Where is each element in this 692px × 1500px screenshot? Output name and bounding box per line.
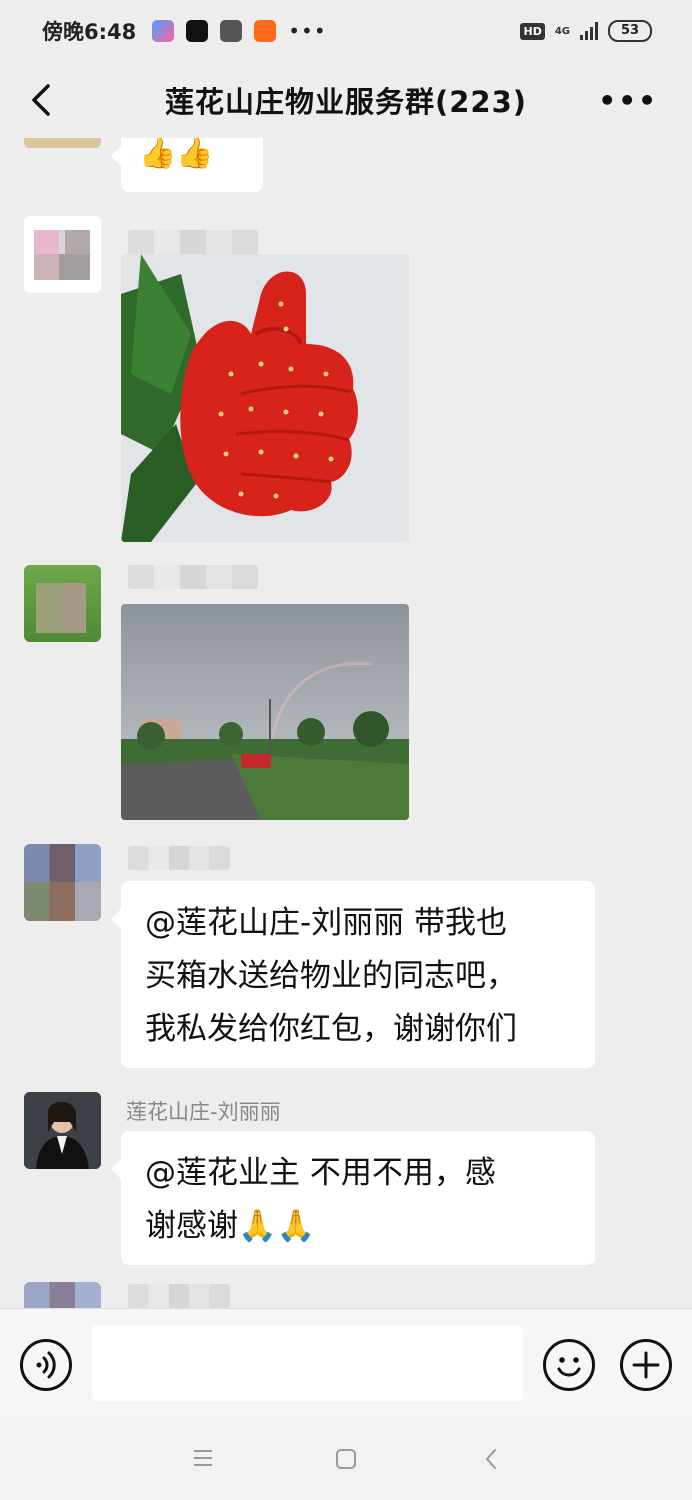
plus-icon[interactable] bbox=[620, 1339, 672, 1391]
message-text-line: 我私发给你红包，谢谢你们 bbox=[145, 1011, 517, 1047]
status-bar: 傍晚6:48 ••• HD 4G 53 bbox=[0, 0, 692, 62]
add-icon bbox=[632, 1351, 660, 1379]
chat-header: 莲花山庄物业服务群(223) ••• bbox=[0, 62, 692, 138]
message-input[interactable] bbox=[92, 1325, 523, 1401]
message-image-strawberry[interactable] bbox=[121, 254, 409, 542]
hd-icon: HD bbox=[520, 22, 545, 40]
message-bubble[interactable]: @莲花业主 不用不用，感 谢感谢🙏🙏 bbox=[111, 1131, 595, 1265]
message-image-rainbow[interactable] bbox=[121, 604, 409, 820]
message-text-line: 买箱水送给物业的同志吧， bbox=[145, 958, 517, 994]
network-label: 4G bbox=[554, 25, 570, 37]
mi-icon bbox=[254, 20, 277, 42]
sender-name-blurred bbox=[128, 1284, 230, 1308]
system-back-icon[interactable] bbox=[482, 1447, 500, 1471]
message-text-line: @莲花业主 不用不用，感 bbox=[145, 1155, 496, 1191]
avatar[interactable] bbox=[24, 844, 101, 921]
menu-icon[interactable] bbox=[192, 1448, 214, 1468]
sender-name-blurred bbox=[128, 846, 230, 870]
chat-title: 莲花山庄物业服务群(223) bbox=[164, 85, 528, 119]
status-time: 傍晚6:48 bbox=[42, 20, 137, 44]
emoji-face-icon bbox=[557, 1357, 581, 1377]
voice-waves-icon bbox=[36, 1351, 56, 1379]
person-avatar-image bbox=[24, 1092, 101, 1169]
strawberry-image bbox=[121, 254, 409, 542]
sender-name-blurred bbox=[128, 565, 258, 589]
back-arrow-icon[interactable] bbox=[24, 80, 60, 120]
battery-icon: 53 bbox=[608, 20, 652, 42]
tiktok-icon bbox=[186, 20, 209, 42]
rainbow-road-image bbox=[121, 604, 409, 820]
avatar[interactable] bbox=[24, 565, 101, 642]
video-app-icon bbox=[152, 20, 175, 42]
sender-name-blurred bbox=[128, 230, 258, 254]
sender-name: 莲花山庄-刘丽丽 bbox=[126, 1100, 281, 1124]
mi-store-icon bbox=[220, 20, 243, 42]
message-list[interactable]: 👍👍 @莲花山庄-刘丽丽 带我也 买箱水送给物业的同志吧， 我私发给你红包，谢谢… bbox=[0, 138, 692, 1308]
more-notifications-icon: ••• bbox=[288, 19, 327, 43]
more-options-icon[interactable]: ••• bbox=[598, 84, 658, 117]
avatar[interactable] bbox=[24, 1092, 101, 1169]
signal-icon bbox=[580, 22, 598, 40]
input-bar bbox=[0, 1308, 692, 1416]
message-emoji: 👍👍 bbox=[139, 138, 214, 171]
message-bubble[interactable]: @莲花山庄-刘丽丽 带我也 买箱水送给物业的同志吧， 我私发给你红包，谢谢你们 bbox=[111, 881, 595, 1068]
message-bubble[interactable]: 👍👍 bbox=[111, 138, 263, 192]
status-app-icons: ••• bbox=[152, 19, 326, 43]
avatar[interactable] bbox=[24, 216, 101, 293]
smiley-icon[interactable] bbox=[543, 1339, 595, 1391]
avatar[interactable] bbox=[24, 138, 101, 148]
message-text-line: @莲花山庄-刘丽丽 带我也 bbox=[145, 905, 508, 941]
system-navigation-bar bbox=[0, 1416, 692, 1500]
voice-icon[interactable] bbox=[20, 1339, 72, 1391]
avatar[interactable] bbox=[24, 1282, 101, 1308]
home-icon[interactable] bbox=[335, 1448, 357, 1470]
message-text-line: 谢感谢🙏🙏 bbox=[145, 1208, 316, 1244]
